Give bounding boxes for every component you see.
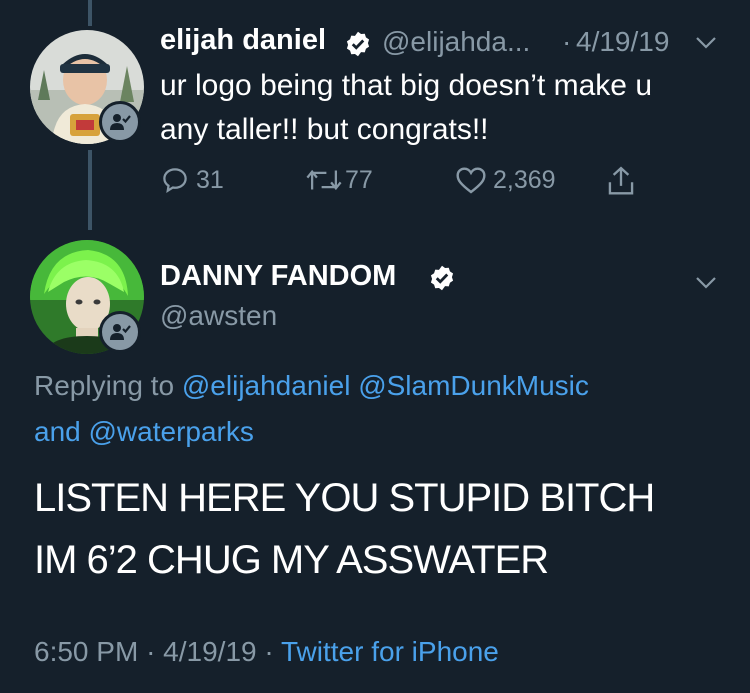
mention-waterparks[interactable]: @waterparks <box>89 416 254 447</box>
date-separator: · <box>562 26 572 57</box>
follow-badge-icon <box>99 101 141 143</box>
replying-to-line2: and @waterparks <box>34 416 254 448</box>
parent-date[interactable]: 4/19/19 <box>576 26 669 58</box>
like-count: 2,369 <box>493 165 556 194</box>
tweet-time[interactable]: 6:50 PM <box>34 636 138 667</box>
reply-button[interactable]: 31 <box>160 165 224 195</box>
main-tweet-text-line2: IM 6’2 CHUG MY ASSWATER <box>34 538 549 582</box>
meta-separator: · <box>264 636 274 667</box>
parent-tweet-text-line1: ur logo being that big doesn’t make u <box>160 69 652 102</box>
replying-to-line1: Replying to @elijahdaniel @SlamDunkMusic <box>34 370 589 402</box>
verified-badge-icon <box>344 30 372 63</box>
elijah-handle[interactable]: @elijahda... <box>382 26 530 58</box>
share-icon <box>606 165 636 197</box>
danny-handle[interactable]: @awsten <box>160 300 277 332</box>
follow-badge-icon <box>99 311 141 353</box>
elijah-display-name[interactable]: elijah daniel <box>160 24 326 57</box>
tweet-date[interactable]: 4/19/19 <box>163 636 256 667</box>
verified-badge-icon <box>428 264 456 297</box>
main-tweet-text-line1: LISTEN HERE YOU STUPID BITCH <box>34 476 655 520</box>
chevron-down-icon[interactable] <box>694 272 718 297</box>
parent-tweet-text-line2: any taller!! but congrats!! <box>160 113 489 146</box>
retweet-count: 77 <box>345 165 373 194</box>
tweet-meta: 6:50 PM · 4/19/19 · Twitter for iPhone <box>34 636 499 668</box>
like-button[interactable]: 2,369 <box>455 165 556 195</box>
reply-icon <box>160 165 190 195</box>
retweet-button[interactable]: 77 <box>305 165 373 195</box>
tweet-source-link[interactable]: Twitter for iPhone <box>281 636 499 667</box>
share-button[interactable] <box>606 165 636 197</box>
danny-display-name[interactable]: DANNY FANDOM <box>160 260 396 293</box>
replying-to-label: Replying to <box>34 370 175 401</box>
thread-line <box>88 150 92 230</box>
mention-slamdunkmusic[interactable]: @SlamDunkMusic <box>358 370 589 401</box>
retweet-icon <box>305 165 343 195</box>
and-word[interactable]: and <box>34 416 81 447</box>
reply-count: 31 <box>196 165 224 194</box>
like-icon <box>455 165 487 195</box>
thread-line <box>88 0 92 26</box>
meta-separator: · <box>146 636 156 667</box>
mention-elijahdaniel[interactable]: @elijahdaniel <box>182 370 351 401</box>
chevron-down-icon[interactable] <box>694 32 718 57</box>
